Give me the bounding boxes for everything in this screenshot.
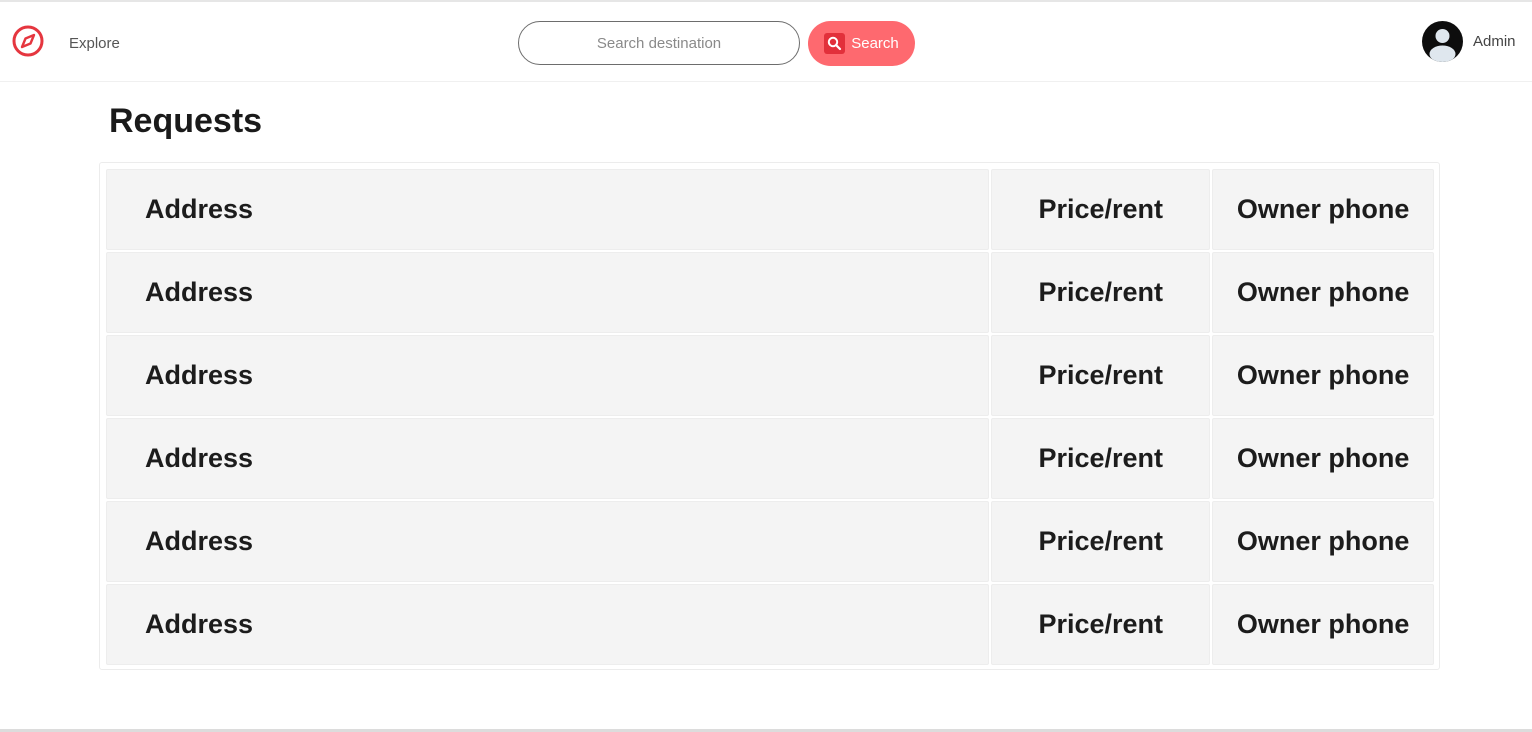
owner-phone-cell[interactable]: Owner phone xyxy=(1212,584,1434,665)
page: Explore Search A xyxy=(0,0,1532,732)
address-cell[interactable]: Address xyxy=(106,169,990,250)
owner-phone-cell[interactable]: Owner phone xyxy=(1212,335,1434,416)
address-cell[interactable]: Address xyxy=(106,501,990,582)
table-row[interactable]: Address Price/rent Owner phone xyxy=(106,501,1434,582)
nav-link-explore[interactable]: Explore xyxy=(69,35,120,52)
price-cell[interactable]: Price/rent xyxy=(991,252,1211,333)
search-icon xyxy=(824,33,846,54)
user-avatar-icon[interactable] xyxy=(1422,21,1463,62)
price-cell[interactable]: Price/rent xyxy=(991,335,1211,416)
table-row[interactable]: Address Price/rent Owner phone xyxy=(106,335,1434,416)
owner-phone-cell[interactable]: Owner phone xyxy=(1212,169,1434,250)
address-cell[interactable]: Address xyxy=(106,584,990,665)
table-row[interactable]: Address Price/rent Owner phone xyxy=(106,418,1434,499)
address-cell[interactable]: Address xyxy=(106,335,990,416)
price-cell[interactable]: Price/rent xyxy=(991,584,1211,665)
price-cell[interactable]: Price/rent xyxy=(991,418,1211,499)
owner-phone-cell[interactable]: Owner phone xyxy=(1212,501,1434,582)
owner-phone-cell[interactable]: Owner phone xyxy=(1212,418,1434,499)
price-cell[interactable]: Price/rent xyxy=(991,169,1211,250)
owner-phone-cell[interactable]: Owner phone xyxy=(1212,252,1434,333)
requests-table: Address Price/rent Owner phone Address P… xyxy=(99,162,1440,670)
search-input[interactable] xyxy=(518,21,800,65)
table-row[interactable]: Address Price/rent Owner phone xyxy=(106,252,1434,333)
table-row[interactable]: Address Price/rent Owner phone xyxy=(106,169,1434,250)
page-title: Requests xyxy=(109,102,263,140)
price-cell[interactable]: Price/rent xyxy=(991,501,1211,582)
address-cell[interactable]: Address xyxy=(106,252,990,333)
table-row[interactable]: Address Price/rent Owner phone xyxy=(106,584,1434,665)
search-button-label: Search xyxy=(851,35,899,52)
top-navbar: Explore Search A xyxy=(0,2,1532,82)
address-cell[interactable]: Address xyxy=(106,418,990,499)
compass-icon[interactable] xyxy=(11,24,45,58)
user-name[interactable]: Admin xyxy=(1473,33,1516,50)
search-button[interactable]: Search xyxy=(808,21,915,66)
